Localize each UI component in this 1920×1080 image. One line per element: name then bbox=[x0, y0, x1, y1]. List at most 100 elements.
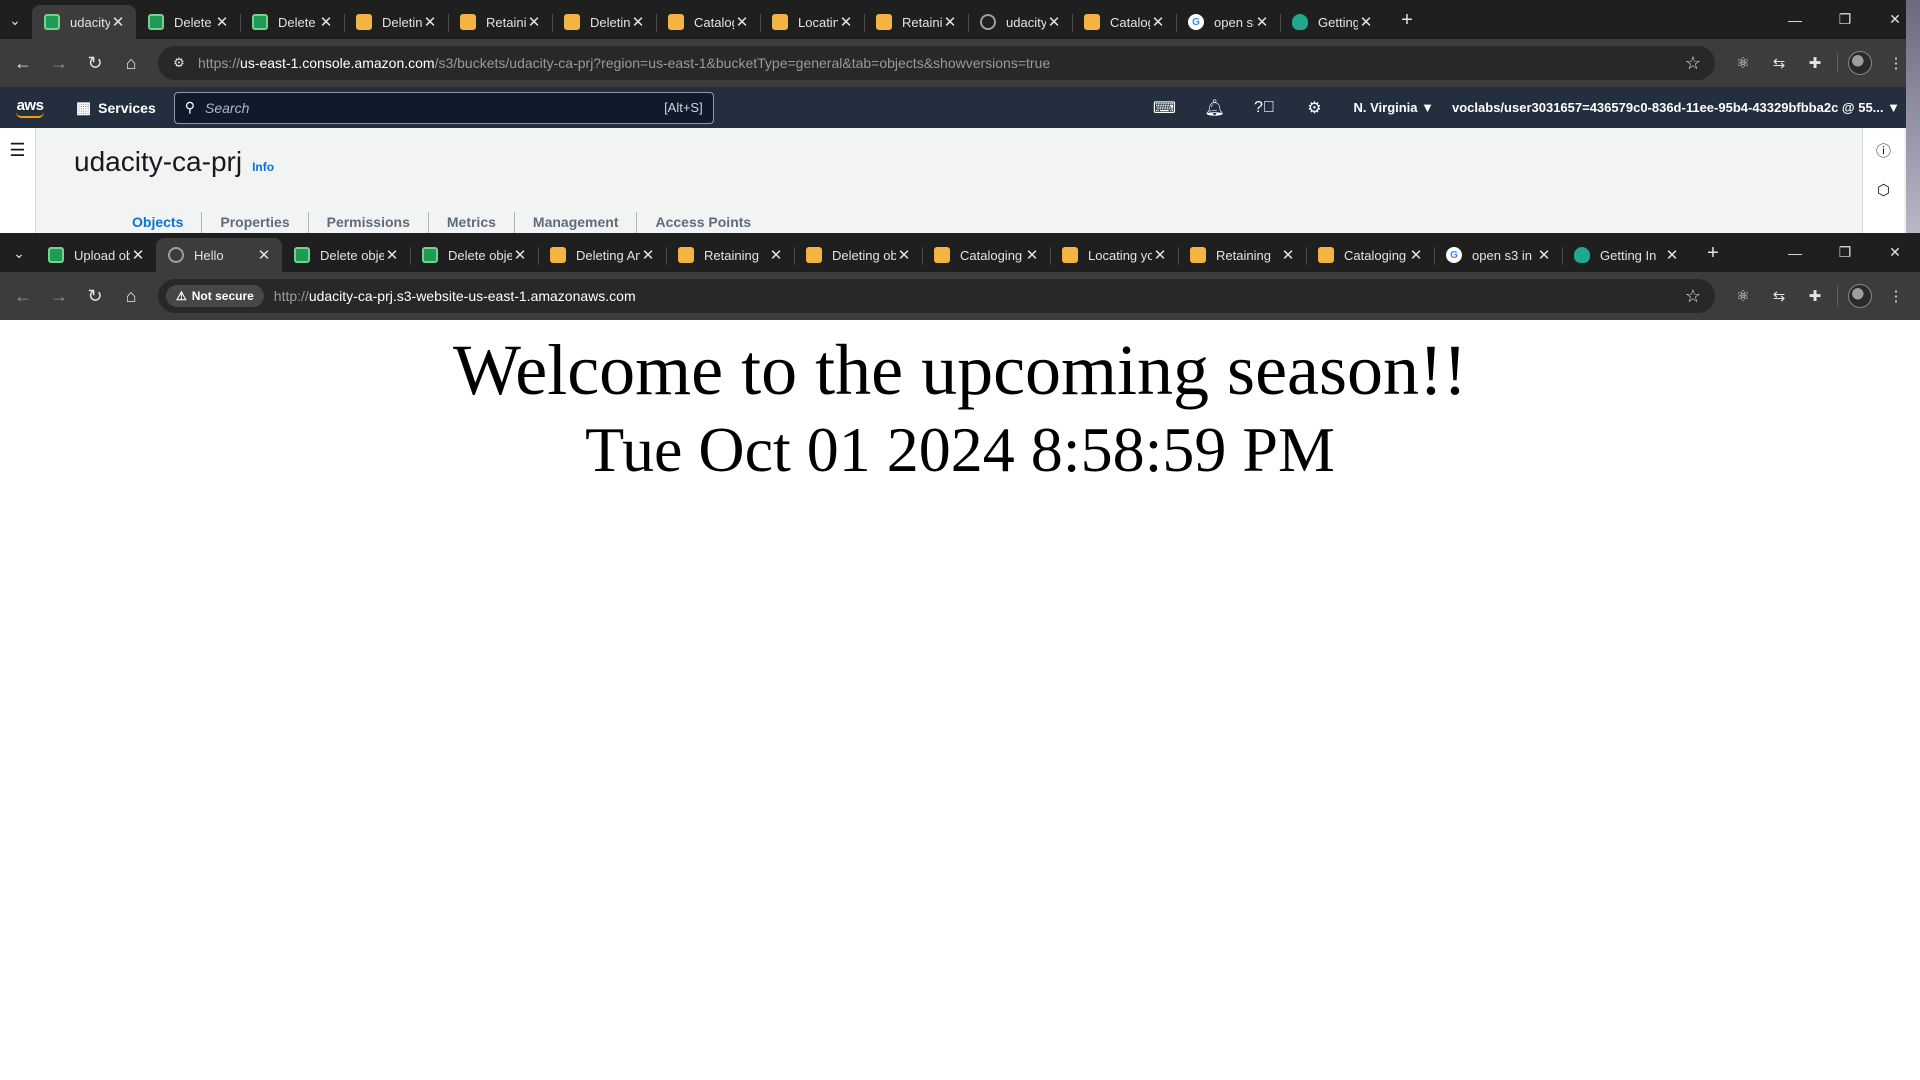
back-button[interactable]: ← bbox=[6, 46, 40, 80]
browser-tab[interactable]: Cataloging✕ bbox=[656, 5, 760, 39]
region-selector[interactable]: N. Virginia ▼ bbox=[1353, 100, 1434, 115]
browser-tab[interactable]: Delete objects✕ bbox=[282, 238, 410, 272]
tab-management[interactable]: Management bbox=[513, 212, 637, 233]
browser-tab[interactable]: Locating your✕ bbox=[1050, 238, 1178, 272]
close-icon[interactable]: ✕ bbox=[734, 13, 750, 31]
close-icon[interactable]: ✕ bbox=[1536, 246, 1552, 264]
restore-button[interactable]: ❐ bbox=[1820, 0, 1870, 39]
reload-button[interactable]: ↻ bbox=[78, 279, 112, 313]
url-text[interactable]: https://us-east-1.console.amazon.com/s3/… bbox=[198, 55, 1679, 71]
home-button[interactable]: ⌂ bbox=[114, 46, 148, 80]
site-settings-icon[interactable]: ⚙ bbox=[166, 50, 192, 76]
close-icon[interactable]: ✕ bbox=[896, 246, 912, 264]
browser-tab[interactable]: Gopen s3 in✕ bbox=[1176, 5, 1280, 39]
browser-tab[interactable]: Delete objects✕ bbox=[136, 5, 240, 39]
close-icon[interactable]: ✕ bbox=[1254, 13, 1270, 31]
close-icon[interactable]: ✕ bbox=[1024, 246, 1040, 264]
translate-button[interactable]: ⇆ bbox=[1761, 279, 1797, 313]
browser-tab[interactable]: Upload objects✕ bbox=[36, 238, 156, 272]
close-icon[interactable]: ✕ bbox=[1408, 246, 1424, 264]
close-icon[interactable]: ✕ bbox=[318, 13, 334, 31]
close-icon[interactable]: ✕ bbox=[512, 246, 528, 264]
browser-tab[interactable]: Retaining✕ bbox=[1178, 238, 1306, 272]
aws-search-input[interactable] bbox=[205, 99, 665, 116]
browser-tab[interactable]: Gopen s3 in✕ bbox=[1434, 238, 1562, 272]
translate-button[interactable]: ⇆ bbox=[1761, 46, 1797, 80]
settings-button[interactable]: ⚙ bbox=[1297, 91, 1331, 125]
tab-properties[interactable]: Properties bbox=[201, 212, 307, 233]
close-window-button[interactable]: ✕ bbox=[1870, 233, 1920, 272]
browser-menu-button[interactable]: ⋮ bbox=[1878, 279, 1914, 313]
browser-tab[interactable]: Delete objects✕ bbox=[240, 5, 344, 39]
close-icon[interactable]: ✕ bbox=[630, 13, 646, 31]
browser-tab[interactable]: Retaining✕ bbox=[864, 5, 968, 39]
home-button[interactable]: ⌂ bbox=[114, 279, 148, 313]
close-icon[interactable]: ✕ bbox=[214, 13, 230, 31]
close-icon[interactable]: ✕ bbox=[526, 13, 542, 31]
close-icon[interactable]: ✕ bbox=[1358, 13, 1374, 31]
not-secure-chip[interactable]: ⚠ Not secure bbox=[166, 285, 264, 307]
close-icon[interactable]: ✕ bbox=[1152, 246, 1168, 264]
address-bar[interactable]: ⚠ Not secure http://udacity-ca-prj.s3-web… bbox=[158, 279, 1715, 313]
browser-tab[interactable]: Hello ✕ bbox=[156, 238, 282, 272]
extensions-menu-button[interactable]: ✚ bbox=[1797, 46, 1833, 80]
forward-button[interactable]: → bbox=[42, 46, 76, 80]
close-icon[interactable]: ✕ bbox=[838, 13, 854, 31]
reload-button[interactable]: ↻ bbox=[78, 46, 112, 80]
close-icon[interactable]: ✕ bbox=[422, 13, 438, 31]
browser-tab[interactable]: Cataloging✕ bbox=[1072, 5, 1176, 39]
new-tab-button[interactable]: + bbox=[1698, 238, 1728, 268]
restore-button[interactable]: ❐ bbox=[1820, 233, 1870, 272]
back-button[interactable]: ← bbox=[6, 279, 40, 313]
new-tab-button[interactable]: + bbox=[1392, 5, 1422, 35]
close-icon[interactable]: ✕ bbox=[1046, 13, 1062, 31]
minimize-button[interactable]: — bbox=[1770, 0, 1820, 39]
url-text[interactable]: http://udacity-ca-prj.s3-website-us-east… bbox=[274, 288, 1679, 304]
aws-search-box[interactable]: ⚲ [Alt+S] bbox=[173, 91, 714, 124]
tab-search-button[interactable]: ⌄ bbox=[0, 5, 30, 35]
browser-tab[interactable]: Deleting objects✕ bbox=[794, 238, 922, 272]
extensions-menu-button[interactable]: ✚ bbox=[1797, 279, 1833, 313]
browser-tab[interactable]: Retaining✕ bbox=[448, 5, 552, 39]
browser-tab[interactable]: Delete objects✕ bbox=[410, 238, 538, 272]
browser-tab[interactable]: Locating your✕ bbox=[760, 5, 864, 39]
tab-search-button[interactable]: ⌄ bbox=[4, 238, 34, 268]
notifications-button[interactable]: 🔔︎ bbox=[1197, 91, 1231, 125]
browser-tab[interactable]: Getting In✕ bbox=[1562, 238, 1690, 272]
side-nav-toggle[interactable]: ☰ bbox=[0, 128, 36, 233]
browser-tab[interactable]: Deleting Amazon✕ bbox=[344, 5, 448, 39]
profile-avatar[interactable] bbox=[1848, 51, 1872, 75]
extension-button[interactable]: ⚛ bbox=[1725, 279, 1761, 313]
minimize-button[interactable]: — bbox=[1770, 233, 1820, 272]
browser-tab[interactable]: Deleting Amazon✕ bbox=[538, 238, 666, 272]
close-icon[interactable]: ✕ bbox=[110, 13, 126, 31]
close-icon[interactable]: ✕ bbox=[384, 246, 400, 264]
browser-tab[interactable]: Deleting objects✕ bbox=[552, 5, 656, 39]
browser-tab[interactable]: udacity-ca-prj✕ bbox=[968, 5, 1072, 39]
aws-logo[interactable]: aws bbox=[12, 93, 48, 123]
close-icon[interactable]: ✕ bbox=[1664, 246, 1680, 264]
tab-metrics[interactable]: Metrics bbox=[427, 212, 514, 233]
close-icon[interactable]: ✕ bbox=[130, 246, 146, 264]
help-button[interactable]: ?⃝ bbox=[1247, 91, 1281, 125]
browser-tab[interactable]: Cataloging✕ bbox=[922, 238, 1050, 272]
address-bar[interactable]: ⚙ https://us-east-1.console.amazon.com/s… bbox=[158, 46, 1715, 80]
close-icon[interactable]: ✕ bbox=[256, 246, 272, 264]
browser-tab[interactable]: Retaining✕ bbox=[666, 238, 794, 272]
extension-button[interactable]: ⚛ bbox=[1725, 46, 1761, 80]
hexagon-icon[interactable]: ⬡ bbox=[1877, 181, 1890, 199]
profile-avatar[interactable] bbox=[1848, 284, 1872, 308]
tab-access-points[interactable]: Access Points bbox=[636, 212, 769, 233]
close-icon[interactable]: ✕ bbox=[942, 13, 958, 31]
account-menu[interactable]: voclabs/user3031657=436579c0-836d-11ee-9… bbox=[1452, 100, 1908, 115]
forward-button[interactable]: → bbox=[42, 279, 76, 313]
browser-tab[interactable]: udacity-ca-prj✕ bbox=[32, 5, 136, 39]
services-menu-button[interactable]: ▦ Services bbox=[76, 98, 156, 118]
tab-objects[interactable]: Objects bbox=[94, 212, 201, 233]
close-icon[interactable]: ✕ bbox=[768, 246, 784, 264]
tab-permissions[interactable]: Permissions bbox=[307, 212, 428, 233]
close-icon[interactable]: ✕ bbox=[640, 246, 656, 264]
browser-tab[interactable]: Getting In✕ bbox=[1280, 5, 1384, 39]
close-icon[interactable]: ✕ bbox=[1150, 13, 1166, 31]
info-icon[interactable]: ⓘ bbox=[1876, 140, 1891, 161]
